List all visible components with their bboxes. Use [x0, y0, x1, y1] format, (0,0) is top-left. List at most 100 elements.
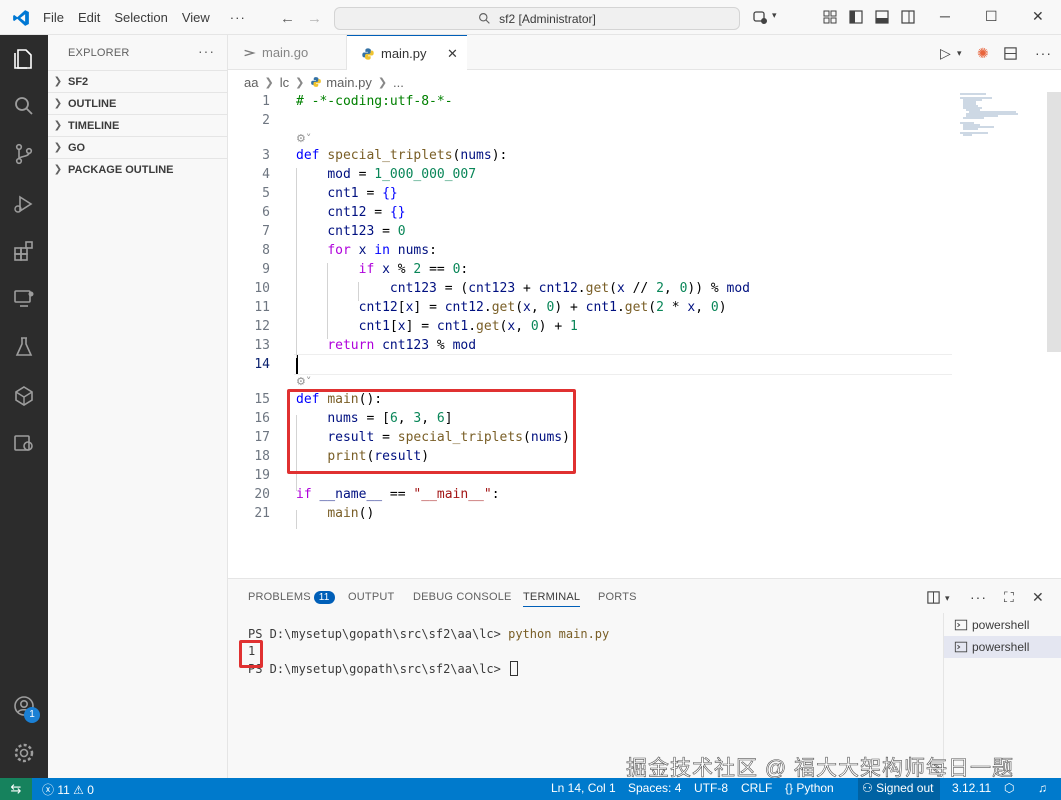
warning-count: 0 — [87, 783, 94, 797]
copilot-spark-icon[interactable]: ✺ — [977, 45, 989, 62]
explorer-icon[interactable] — [12, 47, 36, 71]
line-number: 11 — [254, 300, 270, 315]
code-text: cnt123 = (cnt123 + cnt12.get(x // 2, 0))… — [389, 281, 751, 296]
sidebar-more-actions[interactable]: ··· — [198, 43, 215, 59]
tab-main-py[interactable]: main.py ✕ — [347, 35, 467, 71]
copilot-status-icon[interactable]: ⬡ — [1004, 781, 1014, 795]
code-line: 3 def special_triplets(nums): — [228, 146, 953, 165]
toggle-sidebar-icon[interactable] — [848, 9, 864, 25]
copilot-settings-icon[interactable] — [752, 9, 768, 25]
terminal-icon — [954, 641, 968, 653]
package-icon[interactable] — [12, 431, 36, 455]
line-number: 15 — [254, 392, 270, 407]
tab-output[interactable]: OUTPUT — [348, 591, 394, 603]
code-line: 12 cnt1[x] = cnt1.get(x, 0) + 1 — [228, 317, 953, 336]
menu-view[interactable]: View — [182, 10, 210, 25]
tab-ports[interactable]: PORTS — [598, 591, 637, 603]
command-center[interactable]: sf2 [Administrator] — [334, 7, 740, 30]
code-text: if __name__ == "__main__": — [296, 487, 500, 502]
account-status[interactable]: ⚇ Signed out — [858, 778, 940, 800]
menu-edit[interactable]: Edit — [78, 10, 100, 25]
end-of-line[interactable]: CRLF — [741, 781, 772, 795]
search-icon[interactable] — [12, 94, 36, 118]
editor-scrollbar[interactable] — [1047, 92, 1061, 352]
split-editor-icon[interactable] — [1003, 46, 1018, 61]
tab-label: PROBLEMS — [248, 591, 311, 603]
line-number: 21 — [254, 506, 270, 521]
encoding[interactable]: UTF-8 — [694, 781, 728, 795]
tab-debug-console[interactable]: DEBUG CONSOLE — [413, 591, 512, 603]
breadcrumb-item[interactable]: main.py — [326, 75, 372, 90]
bottom-panel: PROBLEMS 11 OUTPUT DEBUG CONSOLE TERMINAL… — [228, 578, 1061, 779]
code-text: mod = 1_000_000_007 — [327, 167, 477, 182]
close-panel-icon[interactable]: ✕ — [1032, 589, 1044, 606]
copilot-codelens-icon[interactable]: ⚙˅ — [296, 375, 311, 389]
remote-indicator[interactable]: ⇆ — [0, 778, 32, 800]
section-sf2[interactable]: ❯ SF2 — [48, 70, 228, 92]
chevron-right-icon: ❯ — [53, 120, 63, 131]
close-tab-icon[interactable]: ✕ — [447, 46, 458, 62]
section-timeline[interactable]: ❯ TIMELINE — [48, 114, 228, 136]
code-line: 9 if x % 2 == 0: — [228, 260, 953, 279]
menu-file[interactable]: File — [43, 10, 64, 25]
tab-label: main.py — [381, 46, 427, 61]
source-control-icon[interactable] — [12, 142, 36, 166]
problems-status[interactable]: ⓧ 11 ⚠ 0 — [42, 781, 94, 798]
customize-layout-icon[interactable] — [822, 9, 838, 25]
chevron-down-icon[interactable]: ▾ — [957, 48, 962, 59]
forward-arrow-icon[interactable]: → — [307, 10, 322, 27]
language-mode[interactable]: {} Python — [785, 781, 834, 795]
maximize-panel-icon[interactable]: ⛶ — [1004, 589, 1014, 606]
code-editor[interactable]: 1 # -*-coding:utf-8-*- 2 ⚙˅ 3 def special_… — [228, 92, 1061, 578]
terminal-item[interactable]: powershell — [944, 614, 1061, 636]
manage-gear-icon[interactable] — [12, 741, 36, 765]
notifications-bell-icon[interactable]: ♫ — [1038, 781, 1047, 795]
chevron-down-icon[interactable]: ▾ — [945, 593, 950, 604]
python-interpreter[interactable]: 3.12.11 — [952, 781, 991, 795]
breadcrumb-item[interactable]: ... — [393, 75, 404, 90]
toggle-panel-icon[interactable] — [874, 9, 890, 25]
python-file-icon — [311, 77, 322, 87]
chevron-right-icon: ❯ — [53, 98, 63, 109]
code-line: 21 main() — [228, 504, 953, 523]
section-outline[interactable]: ❯ OUTLINE — [48, 92, 228, 114]
account-label: Signed out — [876, 781, 934, 795]
chevron-down-icon[interactable]: ▾ — [772, 10, 777, 21]
tab-problems[interactable]: PROBLEMS 11 — [248, 591, 335, 604]
breadcrumb-item[interactable]: lc — [280, 75, 289, 90]
go-file-icon — [244, 49, 256, 56]
tab-terminal[interactable]: TERMINAL — [523, 591, 581, 607]
code-text: def special_triplets(nums): — [296, 148, 508, 163]
extensions-icon[interactable] — [12, 239, 36, 263]
code-text: return cnt123 % mod — [327, 338, 477, 353]
copilot-icon[interactable] — [12, 384, 36, 408]
close-window-icon[interactable]: ✕ — [1032, 8, 1044, 25]
remote-explorer-icon[interactable] — [12, 287, 36, 311]
copilot-codelens-icon[interactable]: ⚙˅ — [296, 132, 311, 146]
terminal-line: PS D:\mysetup\gopath\src\sf2\aa\lc> — [248, 661, 519, 676]
code-text: cnt12[x] = cnt12.get(x, 0) + cnt1.get(2 … — [358, 300, 727, 315]
more-actions-icon[interactable]: ··· — [1035, 45, 1052, 61]
testing-icon[interactable] — [12, 335, 36, 359]
section-package-outline[interactable]: ❯ PACKAGE OUTLINE — [48, 158, 228, 180]
toggle-secondary-sidebar-icon[interactable] — [900, 9, 916, 25]
indentation[interactable]: Spaces: 4 — [628, 781, 681, 795]
minimap[interactable] — [958, 92, 1048, 152]
menu-more[interactable]: ··· — [230, 10, 246, 25]
back-arrow-icon[interactable]: ← — [280, 10, 295, 27]
breadcrumb-item[interactable]: aa — [244, 75, 258, 90]
run-file-icon[interactable]: ▷ — [940, 45, 951, 62]
tab-main-go[interactable]: main.go — [228, 35, 347, 70]
new-terminal-layout-icon[interactable] — [926, 590, 941, 605]
section-go[interactable]: ❯ GO — [48, 136, 228, 158]
minimize-icon[interactable]: ─ — [940, 8, 950, 24]
terminal-item[interactable]: powershell — [944, 636, 1061, 658]
menu-selection[interactable]: Selection — [114, 10, 167, 25]
cursor-position[interactable]: Ln 14, Col 1 — [551, 781, 616, 795]
error-icon: ⓧ — [42, 783, 55, 797]
run-debug-icon[interactable] — [12, 192, 36, 216]
more-actions-icon[interactable]: ··· — [970, 589, 987, 605]
remote-icon: ⇆ — [10, 781, 22, 796]
maximize-icon[interactable]: ☐ — [985, 8, 998, 25]
breadcrumb: aa ❯ lc ❯ main.py ❯ ... — [244, 73, 404, 91]
